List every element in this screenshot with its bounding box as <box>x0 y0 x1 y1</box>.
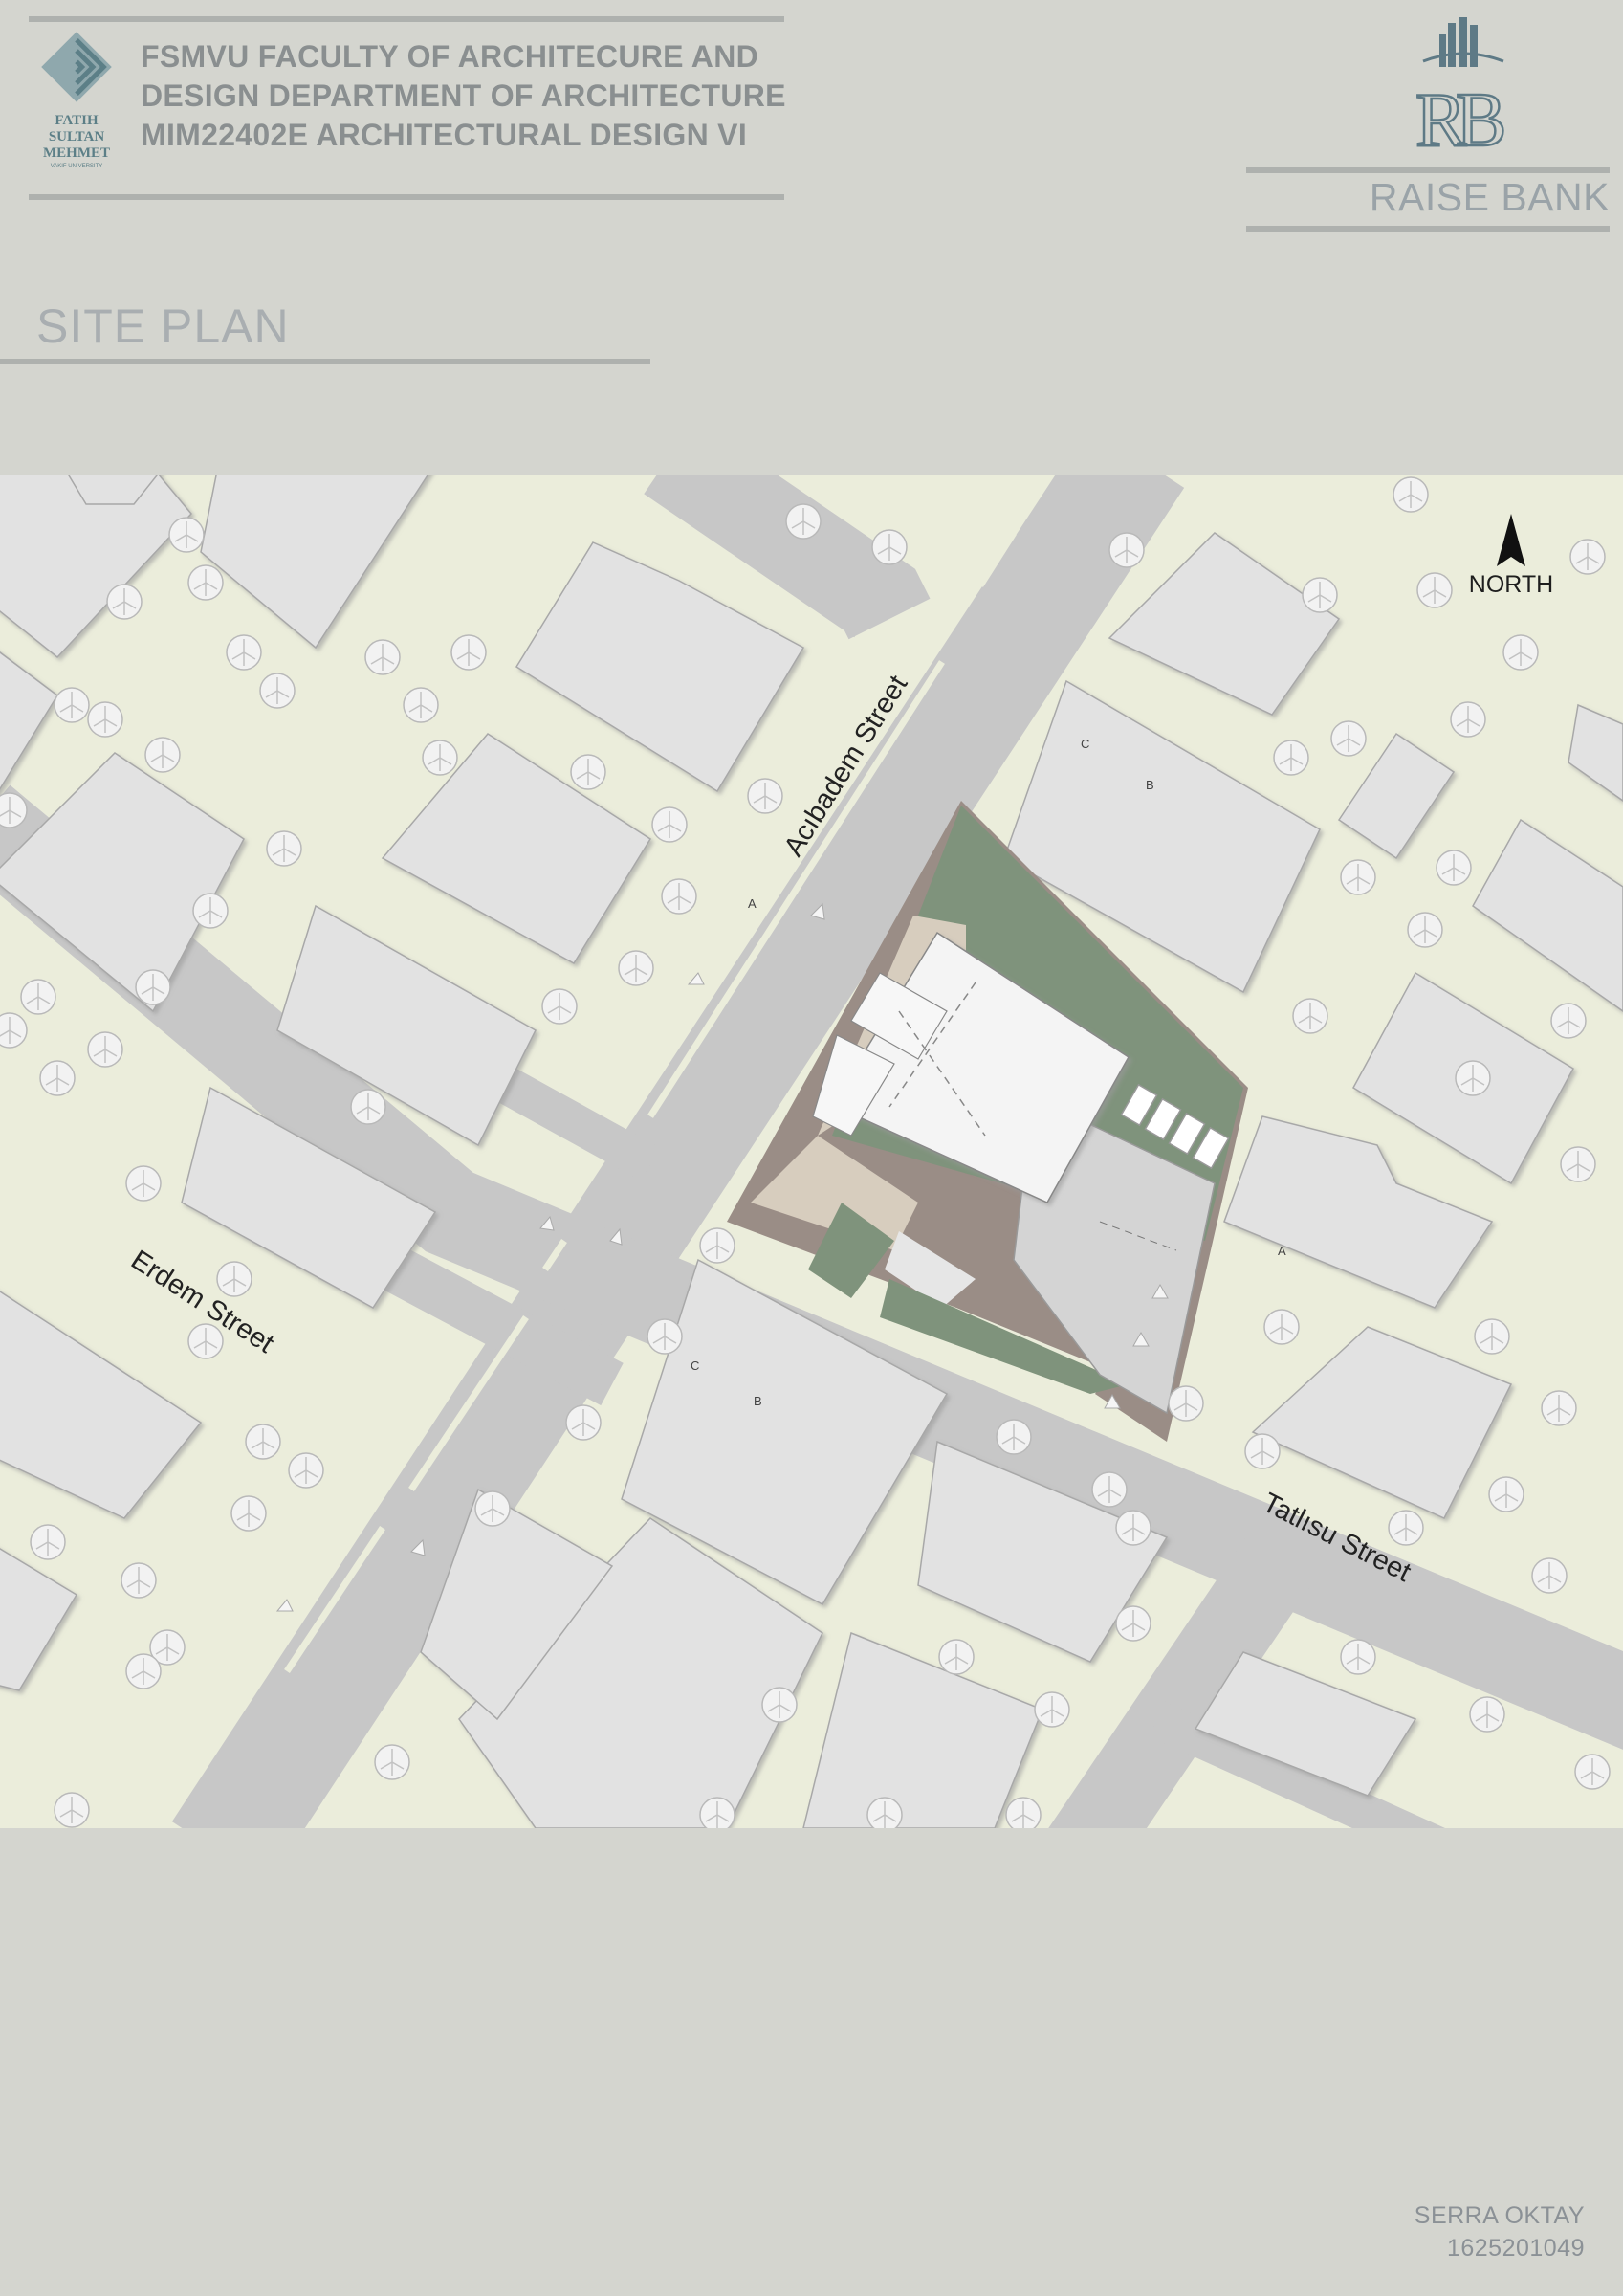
project-top-rule <box>1246 167 1610 173</box>
author-name: SERRA OKTAY <box>1414 2202 1585 2229</box>
university-name-line-1: FATIH <box>55 113 99 128</box>
section-mark-b-south: B <box>754 1394 762 1408</box>
university-name-line-3: MEHMET <box>43 145 110 161</box>
header-line-2: DESIGN DEPARTMENT OF ARCHITECTURE <box>141 78 786 113</box>
raise-bank-logo-icon: R B <box>1415 17 1508 155</box>
section-title-rule <box>0 359 650 364</box>
university-logo: FATIH SULTAN MEHMET VAKIF UNIVERSITY <box>29 27 124 175</box>
header-line-1: FSMVU FACULTY OF ARCHITECURE AND <box>141 39 759 74</box>
svg-text:B: B <box>1456 78 1506 155</box>
section-title: SITE PLAN <box>36 299 290 353</box>
section-mark-c-south: C <box>691 1358 699 1373</box>
section-mark-a-east: A <box>1278 1244 1286 1258</box>
project-name: RAISE BANK <box>1369 175 1610 219</box>
north-label: NORTH <box>1468 571 1554 598</box>
university-name-small: VAKIF UNIVERSITY <box>50 164 103 169</box>
section-mark-a-west: A <box>748 896 757 911</box>
header-top-rule <box>29 16 784 22</box>
header-bottom-rule <box>29 194 784 200</box>
fsmvu-logo-icon <box>41 32 112 102</box>
north-arrow-icon <box>1497 514 1525 566</box>
site-plan-drawing: Acıbadem Street Erdem Street Tatlısu Str… <box>0 475 1623 1828</box>
project-bottom-rule <box>1246 226 1610 232</box>
section-mark-c-north: C <box>1081 737 1089 751</box>
site-plan-map: Acıbadem Street Erdem Street Tatlısu Str… <box>0 475 1623 1828</box>
header-line-3: MIM22402E ARCHITECTURAL DESIGN VI <box>141 118 748 152</box>
author-id: 1625201049 <box>1446 2235 1585 2262</box>
section-mark-b-north: B <box>1146 778 1154 792</box>
university-name-line-2: SULTAN <box>48 129 105 144</box>
